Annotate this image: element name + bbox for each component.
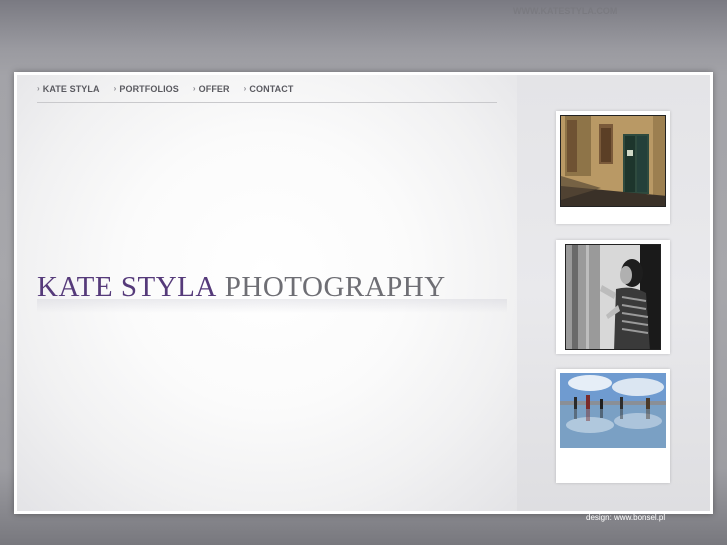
nav-item-label: KATE STYLA bbox=[42, 83, 100, 94]
doorway-street-photo bbox=[561, 116, 665, 206]
chevron-right-icon: › bbox=[37, 84, 40, 93]
thumbnail-photo-reflection bbox=[560, 373, 666, 448]
main-nav: › KATE STYLA › PORTFOLIOS › OFFER › CONT… bbox=[37, 81, 497, 103]
thumbnail-card-2[interactable] bbox=[556, 240, 670, 354]
nav-item-label: CONTACT bbox=[249, 83, 294, 94]
nav-item-label: OFFER bbox=[198, 83, 230, 94]
thumbnail-card-1[interactable] bbox=[556, 111, 670, 224]
nav-item-offer[interactable]: › OFFER bbox=[193, 84, 230, 94]
main-panel: › KATE STYLA › PORTFOLIOS › OFFER › CONT… bbox=[17, 75, 517, 511]
nav-item-portfolios[interactable]: › PORTFOLIOS bbox=[114, 84, 179, 94]
chevron-right-icon: › bbox=[243, 84, 247, 93]
chevron-right-icon: › bbox=[113, 84, 117, 93]
woman-wall-photo bbox=[566, 245, 660, 349]
water-square-photo bbox=[560, 373, 666, 448]
nav-item-label: PORTFOLIOS bbox=[119, 83, 179, 94]
chevron-right-icon: › bbox=[192, 84, 196, 93]
thumbnail-photo-woman bbox=[565, 244, 661, 350]
nav-item-kate-styla[interactable]: › KATE STYLA bbox=[37, 84, 100, 94]
site-url-link[interactable]: WWW.KATESTYLA.COM bbox=[513, 6, 617, 16]
thumbnail-card-3[interactable] bbox=[556, 369, 670, 483]
design-credit[interactable]: design: www.bonsel.pl bbox=[586, 513, 665, 522]
logo-reflection bbox=[37, 299, 507, 313]
nav-item-contact[interactable]: › CONTACT bbox=[244, 84, 294, 94]
thumbnail-photo-doorway bbox=[560, 115, 666, 207]
